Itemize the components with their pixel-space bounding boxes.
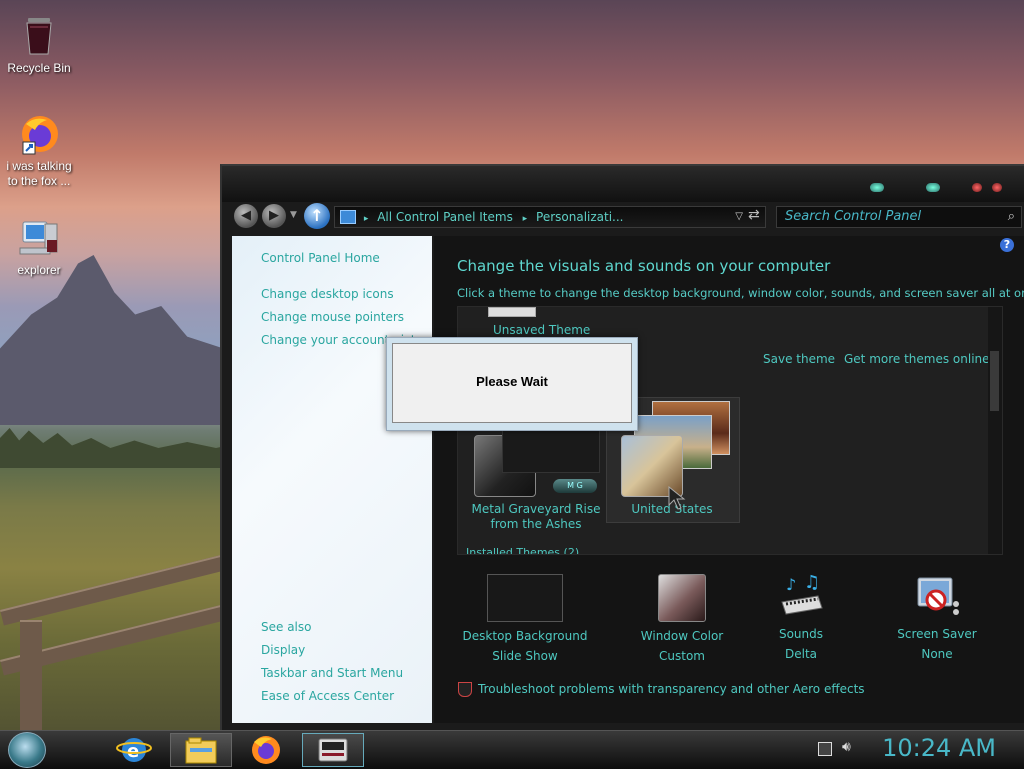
desktop-icon-label: explorer — [17, 263, 61, 277]
please-wait-dialog: Please Wait — [386, 337, 638, 431]
help-icon[interactable]: ? — [1000, 238, 1014, 252]
explorer-computer-icon — [17, 216, 61, 260]
firefox-icon — [252, 736, 280, 764]
window-color-label: Window Color — [640, 629, 724, 643]
taskbar-file-explorer[interactable] — [170, 733, 232, 767]
sounds-icon: ♪ ♫ — [776, 572, 826, 620]
forward-button[interactable]: ▶ — [262, 204, 286, 228]
breadcrumb-separator: ▸ — [522, 214, 528, 224]
taskbar-firefox[interactable] — [236, 733, 296, 765]
link-change-desktop-icons[interactable]: Change desktop icons — [261, 287, 394, 301]
screen-saver-value: None — [921, 647, 953, 661]
address-dropdown-icon[interactable]: ▽ — [735, 207, 743, 227]
page-subtitle: Click a theme to change the desktop back… — [457, 286, 1024, 300]
volume-icon[interactable]: 🔊︎ — [842, 739, 851, 755]
address-bar[interactable]: ▸ All Control Panel Items ▸ Personalizat… — [334, 206, 766, 228]
main-content: ? Change the visuals and sounds on your … — [434, 236, 1024, 723]
start-orb-icon[interactable] — [8, 732, 46, 768]
link-ease-of-access[interactable]: Ease of Access Center — [261, 689, 394, 703]
theme-metal-graveyard-label[interactable]: Metal Graveyard Rise from the Ashes — [458, 502, 614, 532]
link-change-mouse-pointers[interactable]: Change mouse pointers — [261, 310, 404, 324]
close-button[interactable] — [972, 183, 982, 192]
sounds-label: Sounds — [778, 627, 824, 641]
control-panel-icon — [340, 210, 356, 224]
desktop-icon-label: i was talking to the fox ... — [6, 159, 72, 188]
refresh-icon[interactable]: ⇄ — [748, 207, 760, 223]
theme-name-line2: from the Ashes — [490, 517, 582, 531]
clock[interactable]: 10:24 AM — [882, 734, 996, 762]
breadcrumb-separator: ▸ — [363, 214, 369, 224]
control-panel-icon — [318, 738, 348, 762]
scrollbar-thumb[interactable] — [990, 351, 999, 411]
screen-saver-item[interactable]: Screen Saver None — [880, 574, 994, 661]
minimize-button[interactable] — [870, 183, 884, 192]
desktop-background-value: Slide Show — [492, 649, 558, 663]
window-titlebar[interactable] — [222, 166, 1024, 202]
save-theme-link[interactable]: Save theme — [763, 352, 835, 366]
breadcrumb-personalization[interactable]: Personalizati... — [536, 210, 623, 224]
desktop-icon-label: Recycle Bin — [7, 61, 71, 75]
link-taskbar-start-menu[interactable]: Taskbar and Start Menu — [261, 666, 403, 680]
window-color-value: Custom — [659, 649, 705, 663]
maximize-button[interactable] — [926, 183, 940, 192]
installed-themes-heading: Installed Themes (2) — [466, 546, 580, 555]
metal-graveyard-preview — [502, 429, 600, 473]
link-control-panel-home[interactable]: Control Panel Home — [261, 251, 380, 265]
window-color-item[interactable]: Window Color Custom — [617, 574, 747, 663]
wallpaper-fence-post — [20, 620, 42, 732]
breadcrumb-all-items[interactable]: All Control Panel Items — [377, 210, 513, 224]
desktop-icon-explorer[interactable]: explorer — [0, 216, 78, 278]
desktop-icon-recycle-bin[interactable]: Recycle Bin — [0, 14, 78, 76]
shield-icon — [458, 682, 472, 697]
taskbar: e 🔊︎ 10:24 AM — [0, 730, 1024, 769]
see-also-heading: See also — [261, 620, 312, 634]
unsaved-theme-label: Unsaved Theme — [493, 323, 591, 337]
recent-pages-chevron-icon[interactable]: ▼ — [290, 210, 297, 220]
desktop-background-item[interactable]: Desktop Background Slide Show — [459, 574, 591, 663]
close-button-alt[interactable] — [992, 183, 1002, 192]
left-pane: Control Panel Home Change desktop icons … — [232, 236, 435, 723]
sounds-value: Delta — [784, 647, 817, 661]
svg-text:♫: ♫ — [804, 574, 820, 593]
troubleshoot-link[interactable]: Troubleshoot problems with transparency … — [478, 682, 865, 696]
wallpaper-trees — [0, 428, 240, 468]
back-button[interactable]: ◀ — [234, 204, 258, 228]
search-icon[interactable]: ⌕ — [1008, 207, 1015, 227]
get-more-themes-link[interactable]: Get more themes online — [844, 352, 990, 366]
svg-text:♪: ♪ — [786, 575, 796, 594]
up-button[interactable]: ↑ — [304, 203, 330, 229]
screen-saver-label: Screen Saver — [897, 627, 977, 641]
desktop-background-label: Desktop Background — [462, 629, 588, 643]
dialog-body: Please Wait — [392, 343, 632, 423]
internet-explorer-icon: e — [116, 738, 152, 762]
file-explorer-icon — [185, 737, 217, 764]
mouse-cursor-icon — [668, 485, 690, 515]
screen-saver-icon — [912, 574, 962, 620]
dialog-message: Please Wait — [476, 374, 548, 389]
taskbar-control-panel[interactable] — [302, 733, 364, 767]
theme-list-scrollbar[interactable] — [988, 307, 1002, 554]
desktop-background-thumbnail — [487, 574, 563, 622]
taskbar-internet-explorer[interactable]: e — [104, 733, 164, 765]
metal-graveyard-badge: M G — [553, 479, 597, 493]
page-title: Change the visuals and sounds on your co… — [457, 257, 831, 275]
link-display[interactable]: Display — [261, 643, 305, 657]
unsaved-theme-thumbnail[interactable] — [488, 307, 536, 317]
network-icon[interactable] — [818, 742, 832, 756]
desktop-icon-firefox-shortcut[interactable]: i was talking to the fox ... — [0, 112, 78, 189]
sounds-item[interactable]: ♪ ♫ Sounds Delta — [764, 572, 838, 661]
control-panel-window: ◀ ▶ ▼ ↑ ▸ All Control Panel Items ▸ Pers… — [220, 164, 1024, 732]
navigation-bar: ◀ ▶ ▼ ↑ ▸ All Control Panel Items ▸ Pers… — [232, 202, 1022, 232]
window-color-thumbnail — [658, 574, 706, 622]
search-placeholder: Search Control Panel — [785, 209, 922, 224]
firefox-shortcut-icon — [17, 112, 61, 156]
theme-name-line1: Metal Graveyard Rise — [471, 502, 601, 516]
search-input[interactable]: Search Control Panel ⌕ — [776, 206, 1022, 228]
recycle-bin-icon — [17, 14, 61, 58]
